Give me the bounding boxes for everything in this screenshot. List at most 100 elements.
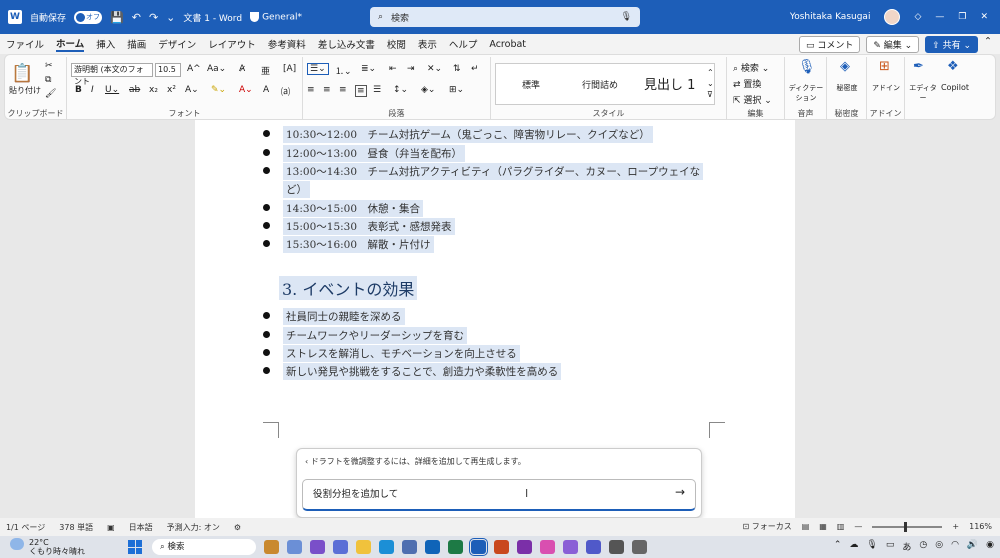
- weather-widget[interactable]: 22°C くもり時々晴れ: [10, 538, 85, 556]
- avatar[interactable]: [884, 9, 901, 25]
- zoom-slider[interactable]: [872, 521, 943, 532]
- read-mode-icon[interactable]: ▤: [802, 522, 810, 531]
- bold-icon[interactable]: B: [75, 85, 82, 95]
- close-icon[interactable]: ✕: [980, 12, 988, 22]
- editor-button[interactable]: エディター: [907, 83, 939, 103]
- show-marks-icon[interactable]: ↵: [471, 64, 479, 74]
- clipchamp-app-icon[interactable]: [563, 540, 578, 554]
- print-layout-icon[interactable]: ▦: [819, 522, 827, 531]
- powerpoint-app-icon[interactable]: [494, 540, 509, 554]
- ime-icon[interactable]: あ: [902, 540, 911, 553]
- terminal-app-icon[interactable]: [609, 540, 624, 554]
- borders-icon[interactable]: ⊞⌄: [449, 85, 464, 95]
- addins-icon[interactable]: ⊞: [879, 59, 890, 74]
- styles-scroll-icon[interactable]: ⌃ ⌄ ⊽: [707, 67, 714, 100]
- tab-file[interactable]: ファイル: [6, 37, 44, 51]
- text-effects-icon[interactable]: A⌄: [185, 85, 199, 95]
- find-button[interactable]: ⌕ 検索 ⌄: [733, 61, 769, 74]
- volume-icon[interactable]: 🔊: [967, 540, 978, 553]
- tab-view[interactable]: 表示: [418, 37, 437, 51]
- tab-help[interactable]: ヘルプ: [449, 37, 478, 51]
- battery-icon[interactable]: ▭: [886, 540, 895, 553]
- bullets-icon[interactable]: ☰⌄: [307, 63, 329, 75]
- style-heading-1[interactable]: 見出し 1: [644, 74, 695, 93]
- undo-icon[interactable]: ↶: [132, 11, 141, 24]
- text-predictions[interactable]: 予測入力: オン: [167, 522, 220, 533]
- copilot-icon[interactable]: ❖: [947, 59, 959, 74]
- char-shading-icon[interactable]: A: [263, 85, 269, 95]
- tab-insert[interactable]: 挿入: [96, 37, 115, 51]
- justify-icon[interactable]: ≡: [355, 85, 367, 97]
- excel-app-icon[interactable]: [448, 540, 463, 554]
- tab-review[interactable]: 校閲: [387, 37, 406, 51]
- onedrive-icon[interactable]: ☁: [849, 540, 858, 553]
- enclose-char-icon[interactable]: [A]: [283, 64, 296, 74]
- sensitivity-label[interactable]: General*: [250, 11, 302, 22]
- clear-format-icon[interactable]: A̷: [239, 64, 245, 74]
- increase-indent-icon[interactable]: ⇥: [407, 64, 415, 74]
- subscript-icon[interactable]: x₂: [149, 85, 158, 95]
- autosave-toggle[interactable]: オフ: [74, 10, 103, 24]
- italic-icon[interactable]: I: [91, 85, 94, 95]
- explorer-app-icon[interactable]: [356, 540, 371, 554]
- microphone-icon[interactable]: 🎙: [621, 12, 632, 22]
- tab-mailings[interactable]: 差し込み文書: [318, 37, 375, 51]
- taskbar-search[interactable]: ⌕ 検索: [152, 539, 256, 555]
- comment-button[interactable]: ▭ コメント: [798, 36, 861, 53]
- word-count[interactable]: 378 単語: [59, 522, 93, 533]
- tab-layout[interactable]: レイアウト: [208, 37, 256, 51]
- sort-icon[interactable]: ⇅: [453, 64, 461, 74]
- numbering-icon[interactable]: ⒈⌄: [335, 64, 352, 77]
- distribute-icon[interactable]: ☰: [373, 85, 381, 95]
- underline-icon[interactable]: U⌄: [105, 85, 119, 95]
- tab-references[interactable]: 参考資料: [268, 37, 306, 51]
- user-name[interactable]: Yoshitaka Kasugai: [790, 12, 871, 22]
- web-layout-icon[interactable]: ▥: [837, 522, 845, 531]
- send-arrow-icon[interactable]: →: [675, 485, 685, 499]
- format-painter-icon[interactable]: 🖌: [45, 89, 56, 99]
- word-app-icon[interactable]: [469, 538, 488, 556]
- font-name-select[interactable]: 游明朝 (本文のフォント: [71, 63, 153, 86]
- notification-icon[interactable]: ◉: [986, 540, 994, 553]
- camera-app-icon[interactable]: [632, 540, 647, 554]
- meet-app-icon[interactable]: [333, 540, 348, 554]
- share-button[interactable]: ⇪ 共有 ⌄: [925, 36, 979, 53]
- tab-acrobat[interactable]: Acrobat: [489, 39, 526, 50]
- minimize-icon[interactable]: —: [935, 12, 944, 22]
- shrink-font-icon[interactable]: Aa⌄: [207, 64, 226, 74]
- clock-icon[interactable]: ◷: [919, 540, 927, 553]
- copy-icon[interactable]: ⧉: [45, 75, 51, 85]
- search-box[interactable]: ⌕ 検索 🎙: [370, 7, 640, 27]
- zoom-level[interactable]: 116%: [969, 522, 992, 531]
- zoom-out-icon[interactable]: —: [854, 522, 862, 531]
- language[interactable]: 日本語: [129, 522, 153, 533]
- proofing-icon[interactable]: ▣: [107, 523, 115, 532]
- tab-design[interactable]: デザイン: [158, 37, 196, 51]
- shading-icon[interactable]: ◈⌄: [421, 85, 435, 95]
- dictate-icon[interactable]: 🎙: [798, 59, 816, 75]
- chevron-up-icon[interactable]: ⌃: [834, 540, 842, 553]
- font-color-icon[interactable]: A⌄: [239, 85, 253, 95]
- chat-app-icon[interactable]: [310, 540, 325, 554]
- style-no-spacing[interactable]: 行間詰め: [582, 78, 618, 91]
- store-app-icon[interactable]: [402, 540, 417, 554]
- copilot-prompt-input[interactable]: 役割分担を追加して I →: [302, 479, 696, 511]
- superscript-icon[interactable]: x²: [167, 85, 176, 95]
- accessibility-icon[interactable]: ⚙: [234, 523, 241, 532]
- sensitivity-icon[interactable]: ◈: [840, 59, 850, 74]
- paste-button[interactable]: 貼り付け: [9, 85, 41, 96]
- copilot-button[interactable]: Copilot: [937, 83, 973, 92]
- customize-qat-icon[interactable]: ⌄: [166, 11, 175, 24]
- addins-button[interactable]: アドイン: [871, 83, 901, 93]
- teams-app-icon[interactable]: [586, 540, 601, 554]
- editor-icon[interactable]: ✒: [913, 59, 924, 74]
- start-icon[interactable]: [128, 540, 142, 554]
- strikethrough-icon[interactable]: ab: [129, 85, 140, 95]
- editing-mode-button[interactable]: ✎ 編集 ⌄: [866, 36, 920, 53]
- edge-app-icon[interactable]: [379, 540, 394, 554]
- premium-icon[interactable]: ◇: [914, 12, 921, 22]
- design-app-icon[interactable]: [540, 540, 555, 554]
- select-button[interactable]: ⇱ 選択 ⌄: [733, 93, 772, 106]
- location-icon[interactable]: ◎: [935, 540, 943, 553]
- phonetic-guide-icon[interactable]: 亜: [261, 64, 270, 77]
